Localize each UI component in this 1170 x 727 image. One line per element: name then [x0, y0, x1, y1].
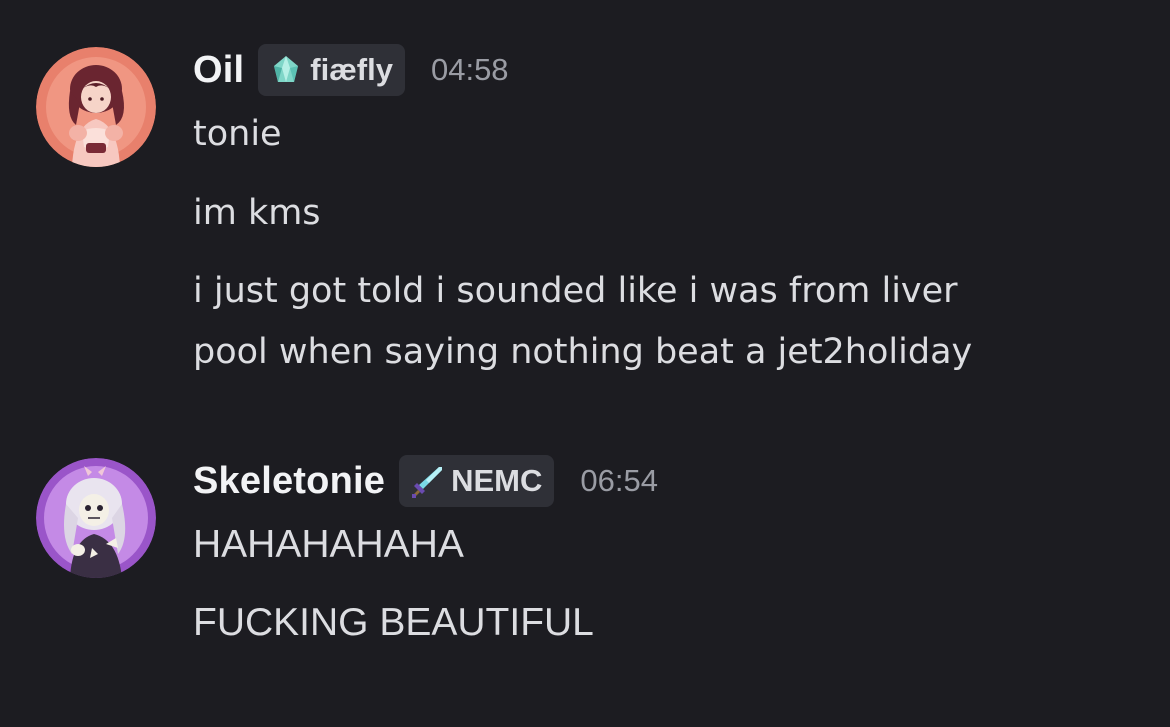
diamond-sword-icon [409, 463, 445, 499]
timestamp: 06:54 [580, 463, 658, 498]
avatar[interactable] [36, 47, 156, 167]
tag-label: fiæfly [310, 52, 393, 87]
username[interactable]: Skeletonie [193, 460, 385, 503]
tag-label: NEMC [451, 463, 543, 498]
message-header: Skeletonie NEMC 06:54 [193, 453, 658, 509]
server-tag[interactable]: fiæfly [258, 44, 405, 96]
message-text: FUCKING BEAUTIFUL [193, 601, 594, 644]
avatar[interactable] [36, 458, 156, 578]
message-text: i just got told i sounded like i was fro… [193, 271, 958, 311]
username[interactable]: Oil [193, 49, 244, 92]
timestamp: 04:58 [430, 52, 509, 87]
message-text: im kms [193, 193, 321, 233]
avatar-skeletonie-image [36, 458, 156, 578]
chat-message-list: Oil fiæfly 04:58 tonie im kms i just got… [0, 0, 1170, 727]
message-header: Oil fiæfly 04:58 [193, 42, 509, 98]
firefly-gem-icon [268, 52, 304, 88]
message-text: tonie [193, 114, 282, 154]
server-tag[interactable]: NEMC [399, 455, 555, 507]
message-text: HAHAHAHAHA [193, 523, 464, 566]
avatar-oil-image [36, 47, 156, 167]
message-text: pool when saying nothing beat a jet2holi… [193, 332, 973, 372]
